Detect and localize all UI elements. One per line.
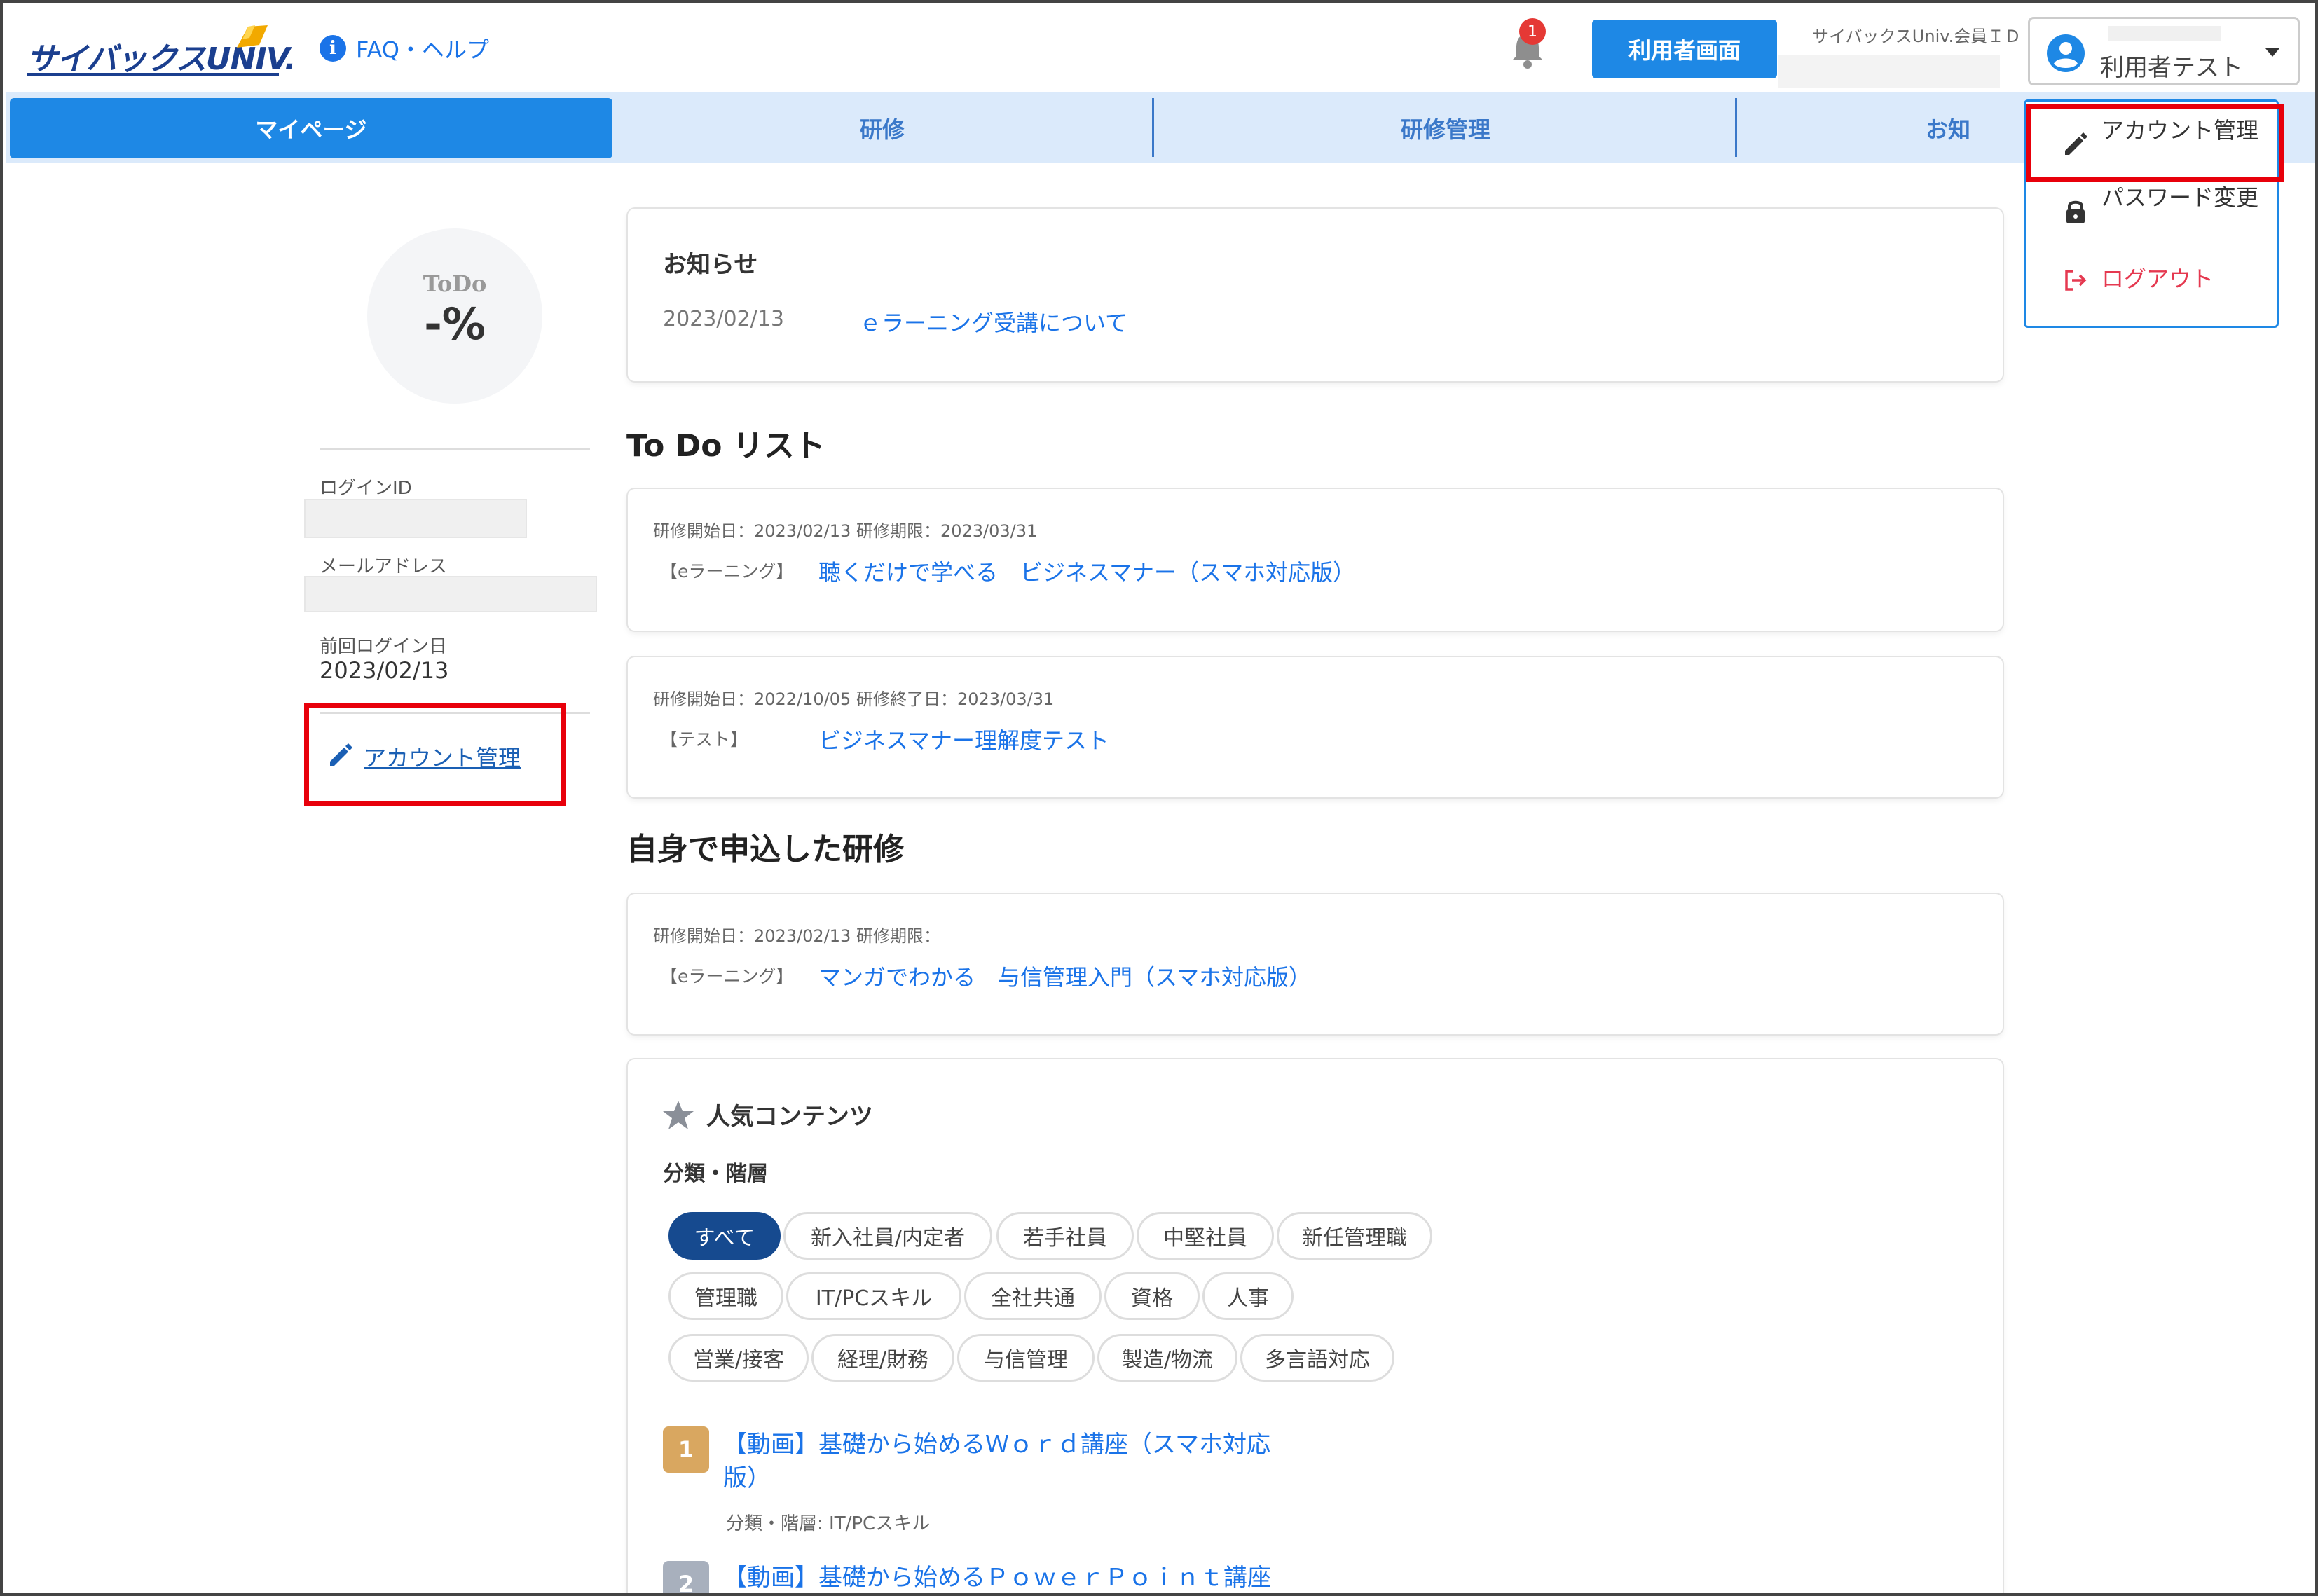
category-chip[interactable]: 与信管理 <box>957 1334 1095 1382</box>
todo-value: -% <box>424 298 486 350</box>
pencil-icon <box>330 743 352 766</box>
nav-divider <box>1152 98 1154 157</box>
user-avatar-icon <box>2047 34 2085 72</box>
last-login-value: 2023/02/13 <box>320 657 449 684</box>
main-nav: マイページ 研修 研修管理 お知 <box>6 92 2315 163</box>
applied-item-meta: 研修開始日：2023/02/13 研修期限： <box>653 926 940 946</box>
highlight-box <box>2026 104 2284 182</box>
logo-flag-icon <box>237 25 268 48</box>
tab-training[interactable]: 研修 <box>612 98 1152 158</box>
category-chip[interactable]: 多言語対応 <box>1240 1334 1394 1382</box>
email-value <box>304 576 597 612</box>
faq-link[interactable]: i FAQ・ヘルプ <box>320 32 489 64</box>
category-chip[interactable]: 経理/財務 <box>811 1334 954 1382</box>
divider <box>320 448 590 450</box>
logo[interactable]: サイバックスUNIV. <box>27 24 296 80</box>
menu-item-change-password[interactable]: パスワード変更 <box>2101 181 2298 214</box>
todo-label: ToDo <box>423 270 487 297</box>
member-id-label: サイバックスUniv.会員ＩＤ <box>1812 27 2022 46</box>
logout-icon <box>2065 270 2087 291</box>
todo-item-tag: 【eラーニング】 <box>660 561 794 582</box>
user-screen-button[interactable]: 利用者画面 <box>1592 20 1777 78</box>
todo-item-course-link[interactable]: ビジネスマナー理解度テスト <box>818 723 1109 755</box>
login-id-value <box>304 499 527 538</box>
account-management-label: アカウント管理 <box>364 745 521 771</box>
ranking-item-category: 分類・階層: IT/PCスキル <box>726 1513 931 1534</box>
todo-list-title: To Do リスト <box>626 428 825 464</box>
category-chip[interactable]: 資格 <box>1104 1272 1200 1320</box>
todo-item: 研修開始日：2022/10/05 研修終了日：2023/03/31 【テスト】 … <box>628 657 2003 797</box>
app-frame: サイバックスUNIV. i FAQ・ヘルプ 1 利用者画面 サイバックスUniv… <box>0 0 2318 1596</box>
user-name: 利用者テスト <box>2100 54 2243 82</box>
ranking-item-link[interactable]: 【動画】基礎から始めるＷｏｒｄ講座（スマホ対応版） <box>723 1428 1284 1495</box>
category-chip[interactable]: 営業/接客 <box>668 1334 809 1382</box>
todo-item-course-link[interactable]: 聴くだけで学べる ビジネスマナー（スマホ対応版） <box>818 555 1355 587</box>
category-chip[interactable]: 新入社員/内定者 <box>783 1212 992 1260</box>
account-management-link[interactable]: アカウント管理 <box>304 703 566 806</box>
applied-item-course-link[interactable]: マンガでわかる 与信管理入門（スマホ対応版） <box>818 960 1311 992</box>
ranking-item-link[interactable]: 【動画】基礎から始めるＰｏｗｅｒＰｏｉｎｔ講座 <box>723 1561 1284 1593</box>
applied-item-tag: 【eラーニング】 <box>660 966 794 986</box>
news-date: 2023/02/13 <box>663 307 784 331</box>
category-chip[interactable]: 新任管理職 <box>1277 1212 1432 1260</box>
category-chip[interactable]: 若手社員 <box>996 1212 1134 1260</box>
category-chip[interactable]: 全社共通 <box>964 1272 1102 1320</box>
login-id-label: ログインID <box>320 478 412 499</box>
popular-content-card: 人気コンテンツ 分類・階層 すべて 新入社員/内定者 若手社員 中堅社員 新任管… <box>628 1059 2003 1593</box>
news-title: お知らせ <box>663 251 758 279</box>
todo-progress-circle: ToDo -% <box>367 228 542 404</box>
category-chip[interactable]: 人事 <box>1202 1272 1294 1320</box>
todo-item: 研修開始日：2023/02/13 研修期限：2023/03/31 【eラーニング… <box>628 489 2003 631</box>
tab-mypage[interactable]: マイページ <box>10 98 612 158</box>
user-org-value <box>2108 26 2221 41</box>
category-chip[interactable]: 中堅社員 <box>1137 1212 1274 1260</box>
applied-trainings-title: 自身で申込した研修 <box>626 832 904 867</box>
last-login-label: 前回ログイン日 <box>320 636 448 657</box>
faq-label: FAQ・ヘルプ <box>356 36 489 63</box>
email-label: メールアドレス <box>320 556 448 577</box>
category-chip[interactable]: 製造/物流 <box>1097 1334 1237 1382</box>
menu-item-logout[interactable]: ログアウト <box>2101 263 2298 295</box>
rank-badge: 1 <box>663 1426 709 1473</box>
todo-item-tag: 【テスト】 <box>660 729 748 750</box>
lock-icon <box>2066 200 2085 223</box>
todo-item-meta: 研修開始日：2023/02/13 研修期限：2023/03/31 <box>653 521 1038 541</box>
todo-item-meta: 研修開始日：2022/10/05 研修終了日：2023/03/31 <box>653 689 1055 709</box>
notification-badge: 1 <box>1519 18 1546 45</box>
news-card: お知らせ 2023/02/13 ｅラーニング受講について <box>628 209 2003 381</box>
popular-content-title: 人気コンテンツ <box>706 1103 873 1131</box>
info-icon: i <box>320 35 346 62</box>
category-chip[interactable]: IT/PCスキル <box>786 1272 961 1320</box>
news-link[interactable]: ｅラーニング受講について <box>859 305 1127 338</box>
category-chip-all[interactable]: すべて <box>668 1212 781 1260</box>
member-id-value <box>1778 55 2000 88</box>
applied-item: 研修開始日：2023/02/13 研修期限： 【eラーニング】 マンガでわかる … <box>628 894 2003 1034</box>
logo-underline <box>27 73 279 76</box>
user-menu-button[interactable]: 利用者テスト <box>2028 17 2300 85</box>
rank-badge: 2 <box>663 1561 709 1593</box>
nav-divider <box>1735 98 1737 157</box>
chevron-down-icon <box>2265 48 2279 57</box>
star-icon <box>663 1101 694 1129</box>
category-label: 分類・階層 <box>663 1162 768 1186</box>
tab-training-management[interactable]: 研修管理 <box>1155 98 1736 158</box>
header: サイバックスUNIV. i FAQ・ヘルプ 1 利用者画面 サイバックスUniv… <box>6 6 2315 92</box>
tab-notices[interactable]: お知 <box>1926 98 2031 158</box>
category-chip[interactable]: 管理職 <box>668 1272 783 1320</box>
